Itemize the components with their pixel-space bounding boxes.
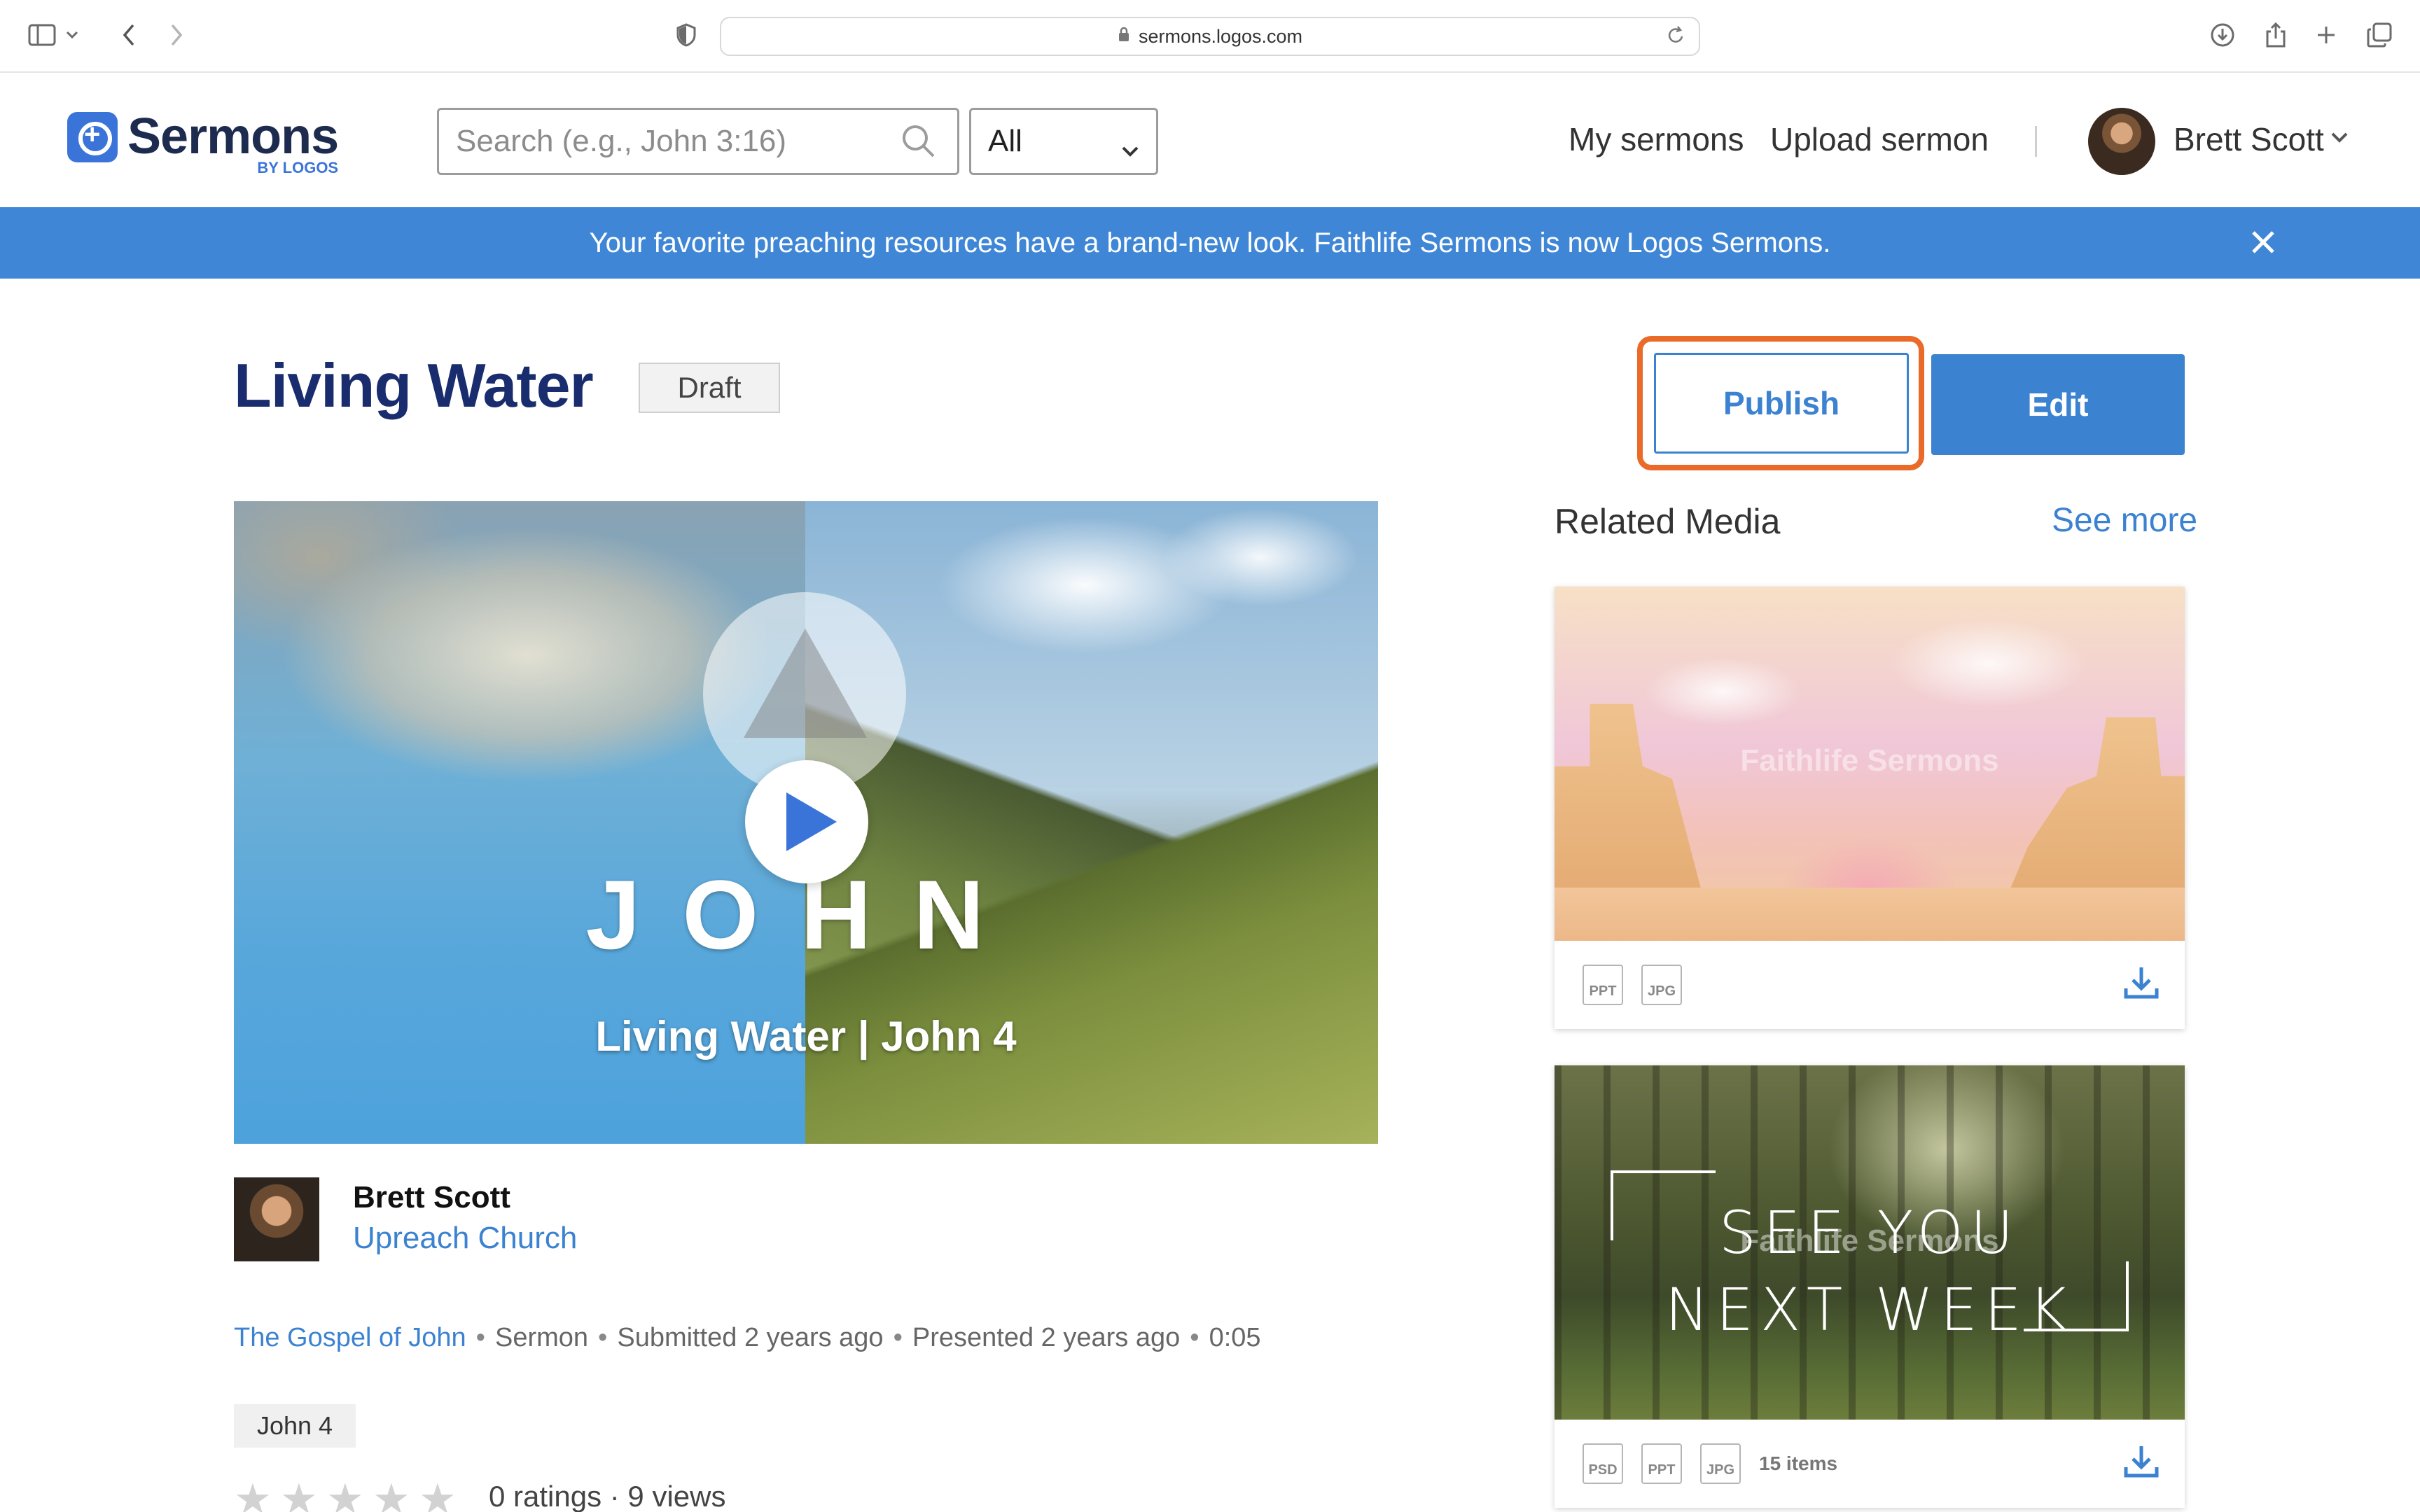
new-tab-icon[interactable]: [2309, 18, 2343, 52]
reload-icon[interactable]: [1665, 24, 1686, 52]
search-icon[interactable]: [900, 122, 936, 167]
series-link[interactable]: The Gospel of John: [234, 1323, 466, 1352]
lock-icon: [1118, 26, 1130, 48]
sermons-logo[interactable]: Sermons BY LOGOS: [67, 108, 339, 176]
items-count: 15 items: [1759, 1452, 1838, 1474]
sidebar-toggle-icon[interactable]: [25, 18, 59, 52]
sermon-type: Sermon: [494, 1323, 589, 1352]
author-name: Brett Scott: [353, 1180, 510, 1214]
announcement-banner: Your favorite preaching resources have a…: [0, 207, 2420, 279]
nav-upload-sermon[interactable]: Upload sermon: [1770, 120, 1989, 158]
media-thumbnail[interactable]: Faithlife Sermons: [1555, 587, 2185, 941]
scope-value: All: [988, 124, 1022, 158]
star-icon[interactable]: ★: [280, 1478, 326, 1512]
publish-button[interactable]: Publish: [1654, 353, 1909, 454]
submitted-date: Submitted 2 years ago: [617, 1323, 884, 1352]
duration: 0:05: [1209, 1323, 1261, 1352]
related-media-card[interactable]: Faithlife Sermons PPT JPG: [1555, 587, 2185, 1029]
site-header: Sermons BY LOGOS Search (e.g., John 3:16…: [0, 73, 2420, 207]
chevron-down-icon[interactable]: [2330, 132, 2349, 148]
back-icon[interactable]: [112, 18, 146, 52]
sermon-meta: The Gospel of John • Sermon • Submitted 2 ye…: [234, 1323, 1261, 1353]
search-input[interactable]: Search (e.g., John 3:16): [437, 108, 959, 175]
ratings-views: 0 ratings · 9 views: [489, 1480, 726, 1512]
nav-my-sermons[interactable]: My sermons: [1569, 120, 1744, 158]
see-more-link[interactable]: See more: [2052, 501, 2197, 540]
forward-icon[interactable]: [160, 18, 193, 52]
star-icon[interactable]: ★: [326, 1478, 373, 1512]
jpg-file-icon: JPG: [1700, 1443, 1741, 1484]
psd-file-icon: PSD: [1583, 1443, 1623, 1484]
thumbnail-text-line1: SEE YOU: [1718, 1198, 2021, 1267]
star-icon[interactable]: ★: [373, 1478, 419, 1512]
media-thumbnail[interactable]: Faithlife Sermons SEE YOU NEXT WEEK: [1555, 1065, 2185, 1420]
separator-dot: •: [1190, 1323, 1199, 1352]
download-icon[interactable]: [2206, 18, 2239, 52]
download-icon[interactable]: [2122, 1443, 2161, 1483]
jpg-file-icon: JPG: [1641, 965, 1682, 1005]
play-icon[interactable]: [745, 760, 868, 883]
star-icon[interactable]: ★: [419, 1478, 465, 1512]
thumbnail-text-line2: NEXT WEEK: [1664, 1275, 2075, 1344]
ppt-file-icon: PPT: [1641, 1443, 1682, 1484]
separator-dot: •: [893, 1323, 903, 1352]
search-scope-select[interactable]: All: [969, 108, 1158, 175]
separator-dot: •: [475, 1323, 485, 1352]
logo-mark-icon: [67, 112, 118, 162]
close-icon[interactable]: [2244, 223, 2283, 262]
search-placeholder: Search (e.g., John 3:16): [456, 124, 787, 158]
star-icon[interactable]: ★: [234, 1478, 280, 1512]
user-menu-name[interactable]: Brett Scott: [2174, 120, 2324, 158]
card-footer: PPT JPG: [1555, 941, 2185, 1029]
logo-title: Sermons: [127, 108, 339, 164]
browser-toolbar: sermons.logos.com: [0, 0, 2420, 73]
tab-overview-icon[interactable]: [2363, 18, 2396, 52]
chevron-down-icon[interactable]: [62, 18, 83, 52]
banner-text: Your favorite preaching resources have a…: [589, 227, 1831, 258]
download-icon[interactable]: [2122, 965, 2161, 1004]
edit-button[interactable]: Edit: [1931, 354, 2185, 455]
star-rating[interactable]: ★ ★ ★ ★ ★: [234, 1478, 465, 1512]
ppt-file-icon: PPT: [1583, 965, 1623, 1005]
author-avatar[interactable]: [234, 1177, 319, 1261]
shield-icon[interactable]: [669, 18, 703, 52]
related-media-heading: Related Media: [1555, 502, 1781, 541]
watermark-text: Faithlife Sermons: [1740, 743, 1999, 778]
avatar[interactable]: [2088, 108, 2155, 175]
status-badge: Draft: [639, 363, 780, 413]
church-link[interactable]: Upreach Church: [353, 1221, 577, 1256]
sermon-video-player[interactable]: JOHN Living Water | John 4: [234, 501, 1378, 1144]
thumbnail-shape: [1555, 888, 2185, 941]
video-caption: Living Water | John 4: [595, 1013, 1017, 1060]
separator-dot: •: [598, 1323, 608, 1352]
scripture-tag[interactable]: John 4: [234, 1404, 356, 1448]
related-media-card[interactable]: Faithlife Sermons SEE YOU NEXT WEEK PSD …: [1555, 1065, 2185, 1508]
address-bar[interactable]: sermons.logos.com: [720, 17, 1700, 56]
url-text: sermons.logos.com: [1138, 25, 1303, 47]
nav-divider: [2035, 126, 2037, 157]
page-title: Living Water: [234, 351, 594, 420]
chevron-down-icon: [1121, 131, 1139, 166]
presented-date: Presented 2 years ago: [912, 1323, 1181, 1352]
card-footer: PSD PPT JPG 15 items: [1555, 1420, 2185, 1508]
share-icon[interactable]: [2259, 18, 2293, 52]
